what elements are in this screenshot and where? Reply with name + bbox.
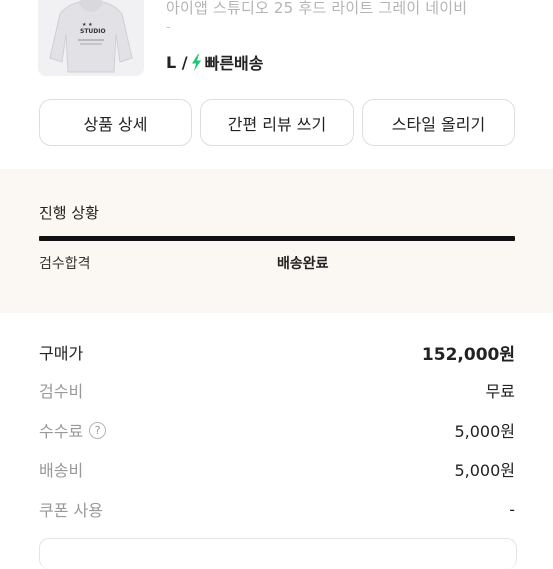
purchase-price-row: 구매가 152,000원 [39,340,515,365]
coupon-value: - [509,499,515,519]
post-style-button[interactable]: 스타일 올리기 [362,99,515,146]
progress-step-label: 검수합격 [39,256,91,272]
progress-title: 진행 상황 [39,204,99,222]
product-option: L / 빠른배송 [166,50,264,74]
product-title: 아이앱 스튜디오 25 후드 라이트 그레이 네이비 [166,0,468,17]
fast-delivery-label: 빠른배송 [204,54,264,73]
coupon-label: 쿠폰 사용 [39,501,103,520]
shipping-fee-value: 5,000원 [454,461,515,480]
svg-text:STUDIO: STUDIO [80,28,106,35]
progress-panel: 진행 상황 검수합격 배송완료 [0,169,553,313]
lightning-icon [191,53,202,71]
product-subtitle: - [166,20,171,34]
size-option: L / [166,52,188,72]
shipping-fee-label: 배송비 [39,461,84,480]
inspection-fee-value: 무료 [485,382,515,401]
inspection-fee-label: 검수비 [39,382,84,401]
commission-fee-label: 수수료 [39,422,84,441]
purchase-price-value: 152,000원 [421,344,515,365]
quick-review-button[interactable]: 간편 리뷰 쓰기 [200,99,354,146]
progress-bar [39,236,515,241]
product-image[interactable]: ★ ★ STUDIO [38,0,144,76]
commission-fee-value: 5,000원 [454,422,515,441]
coupon-row: 쿠폰 사용 - [39,497,515,521]
inspection-fee-row: 검수비 무료 [39,378,515,402]
help-icon[interactable]: ? [89,421,107,439]
purchase-price-label: 구매가 [39,344,84,363]
shipping-fee-row: 배송비 5,000원 [39,457,515,481]
hoodie-image: ★ ★ STUDIO [38,0,144,76]
product-detail-button[interactable]: 상품 상세 [39,99,192,146]
next-section-card [39,538,517,569]
progress-status: 배송완료 [277,256,329,272]
commission-fee-row: 수수료 ? 5,000원 [39,418,515,442]
commission-fee-label-group: 수수료 ? [39,418,107,442]
